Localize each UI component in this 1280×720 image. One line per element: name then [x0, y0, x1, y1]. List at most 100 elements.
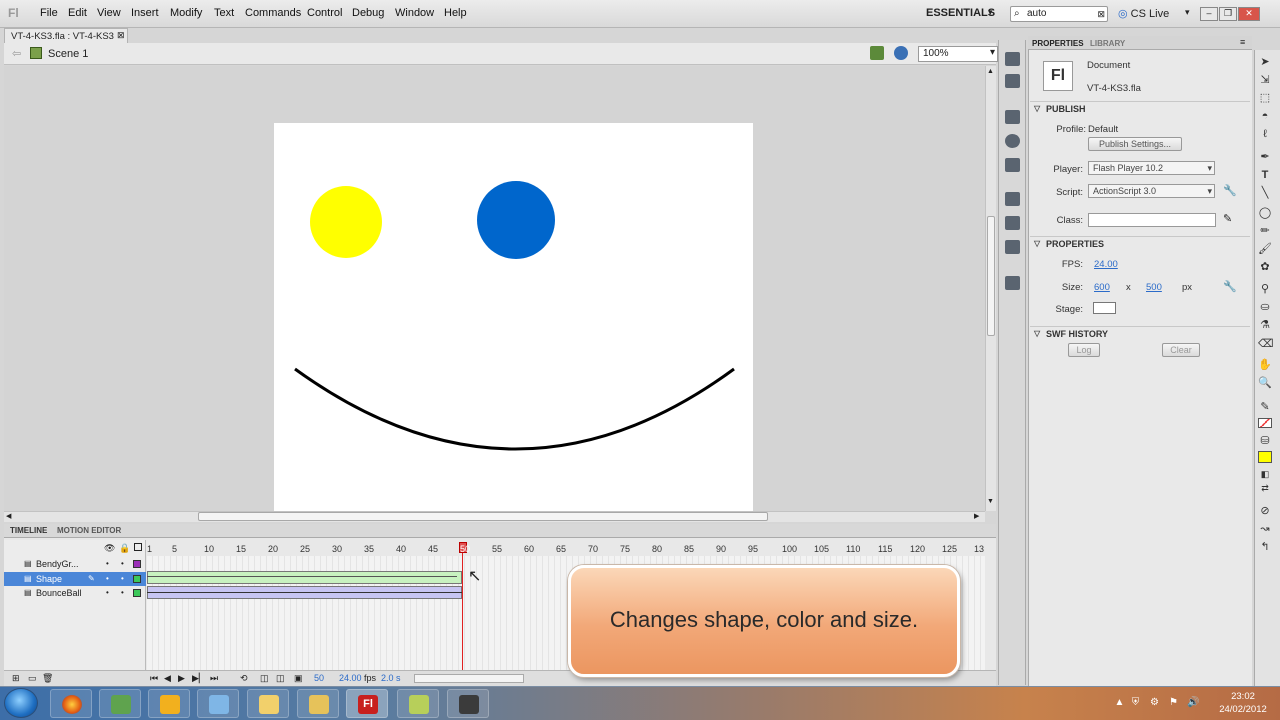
- lasso-icon[interactable]: ℓ: [1258, 127, 1272, 141]
- taskbar-notes[interactable]: [197, 689, 239, 718]
- subselection-tool-icon[interactable]: ⇲: [1258, 73, 1272, 87]
- tray-up-icon[interactable]: ▲: [1114, 697, 1125, 708]
- swatches-icon[interactable]: [1005, 74, 1020, 88]
- menu-help[interactable]: Help: [444, 7, 467, 19]
- scroll-left-icon[interactable]: ◀: [6, 512, 11, 520]
- taskbar-sticky[interactable]: [397, 689, 439, 718]
- help-search-input[interactable]: ⌕ auto ⊠: [1010, 6, 1108, 22]
- publish-section-header[interactable]: PUBLISH: [1030, 101, 1250, 116]
- layer-row[interactable]: ▤ BounceBall • •: [4, 586, 146, 600]
- taskbar-explorer[interactable]: [297, 689, 339, 718]
- menu-insert[interactable]: Insert: [131, 7, 159, 19]
- step-back-icon[interactable]: ◀: [164, 673, 171, 684]
- selection-tool-icon[interactable]: ➤: [1258, 55, 1272, 69]
- smile-curve[interactable]: [294, 367, 735, 451]
- blue-circle[interactable]: [477, 181, 555, 259]
- eyedropper-icon[interactable]: ⚗: [1258, 318, 1272, 332]
- tray-flag-icon[interactable]: ⚑: [1168, 697, 1179, 708]
- lock-dot[interactable]: •: [121, 572, 124, 586]
- scene-label[interactable]: Scene 1: [48, 48, 88, 60]
- edit-symbols-icon[interactable]: [894, 46, 908, 60]
- components-icon[interactable]: [1005, 216, 1020, 230]
- tray-shield-icon[interactable]: ⛨: [1130, 697, 1141, 708]
- pen-tool-icon[interactable]: ✒: [1258, 150, 1272, 164]
- zoom-tool-icon[interactable]: 🔍: [1258, 376, 1272, 390]
- fill-color-swatch[interactable]: [1258, 451, 1272, 463]
- stroke-color-swatch[interactable]: [1258, 418, 1272, 428]
- workspace-switcher[interactable]: ESSENTIALS: [926, 7, 995, 19]
- horizontal-scroll-thumb[interactable]: [198, 512, 768, 521]
- swap-colors-icon[interactable]: ⇄: [1258, 481, 1272, 495]
- loop-icon[interactable]: ⟲: [240, 673, 248, 684]
- publish-settings-button[interactable]: Publish Settings...: [1088, 137, 1182, 151]
- hand-tool-icon[interactable]: ✋: [1258, 358, 1272, 372]
- visible-dot[interactable]: •: [106, 572, 109, 586]
- elapsed-time[interactable]: 2.0 s: [381, 673, 401, 683]
- menu-control[interactable]: Control: [307, 7, 342, 19]
- back-arrow-icon[interactable]: ⇦: [12, 47, 21, 60]
- class-input[interactable]: [1088, 213, 1216, 227]
- visible-dot[interactable]: •: [106, 586, 109, 600]
- 3d-rotation-icon[interactable]: ◓: [1258, 109, 1272, 123]
- go-first-frame-icon[interactable]: ⏮: [150, 673, 158, 684]
- tray-volume-icon[interactable]: 🔊: [1187, 697, 1199, 708]
- snap-to-objects-icon[interactable]: ⊘: [1258, 504, 1272, 518]
- text-tool-icon[interactable]: T: [1258, 168, 1272, 182]
- width-value[interactable]: 600: [1094, 282, 1110, 293]
- scroll-down-icon[interactable]: ▼: [987, 498, 994, 505]
- wrench-icon[interactable]: 🔧: [1223, 280, 1237, 293]
- new-layer-icon[interactable]: ⊞: [12, 673, 20, 684]
- line-tool-icon[interactable]: ╲: [1258, 186, 1272, 200]
- oval-tool-icon[interactable]: ◯: [1258, 206, 1272, 220]
- vertical-scroll-thumb[interactable]: [987, 216, 995, 336]
- zoom-select[interactable]: 100% ▾: [918, 46, 998, 62]
- document-tab[interactable]: VT-4-KS3.fla : VT-4-KS3 ⊠: [4, 28, 128, 43]
- pencil-tool-icon[interactable]: ✏: [1258, 224, 1272, 238]
- paint-bucket-icon[interactable]: ⛀: [1258, 300, 1272, 314]
- menu-commands[interactable]: Commands: [245, 7, 301, 19]
- lock-dot[interactable]: •: [121, 557, 124, 571]
- layer-row-selected[interactable]: ▤ Shape ✎ • •: [4, 572, 146, 586]
- swf-history-section-header[interactable]: SWF HISTORY: [1030, 326, 1250, 341]
- menu-file[interactable]: File: [40, 7, 58, 19]
- go-last-frame-icon[interactable]: ⏭: [210, 673, 218, 684]
- stage[interactable]: [274, 123, 753, 511]
- new-folder-icon[interactable]: ▭: [28, 673, 37, 684]
- clear-search-icon[interactable]: ⊠: [1097, 7, 1105, 21]
- player-select[interactable]: Flash Player 10.2: [1088, 161, 1215, 175]
- minimize-button[interactable]: –: [1200, 7, 1218, 21]
- taskbar-firefox[interactable]: [50, 689, 92, 718]
- menu-window[interactable]: Window: [395, 7, 434, 19]
- lock-icon[interactable]: 🔒: [119, 543, 130, 554]
- layer-color-swatch[interactable]: [133, 589, 141, 597]
- onion-outline-icon[interactable]: ◫: [276, 673, 285, 684]
- tab-properties[interactable]: PROPERTIES: [1032, 39, 1084, 48]
- lock-dot[interactable]: •: [121, 586, 124, 600]
- fps-value[interactable]: 24.00: [1094, 259, 1118, 270]
- workspace-chevron-icon[interactable]: ▾: [988, 7, 993, 18]
- straighten-icon[interactable]: ↰: [1258, 540, 1272, 554]
- taskbar-recorder[interactable]: [447, 689, 489, 718]
- yellow-circle[interactable]: [310, 186, 382, 258]
- timeline-hscroll-thumb[interactable]: [414, 674, 524, 683]
- current-frame[interactable]: 50: [314, 673, 324, 683]
- frame-rate[interactable]: 24.00: [339, 673, 362, 683]
- wrench-icon[interactable]: 🔧: [1223, 184, 1237, 197]
- fill-color-icon[interactable]: ⛁: [1258, 434, 1272, 448]
- panel-menu-icon[interactable]: ≡: [1240, 37, 1245, 47]
- taskbar-folder[interactable]: [247, 689, 289, 718]
- deco-tool-icon[interactable]: ✿: [1258, 260, 1272, 274]
- align-icon[interactable]: [1005, 110, 1020, 124]
- delete-layer-icon[interactable]: 🗑: [42, 673, 53, 684]
- free-transform-icon[interactable]: ⬚: [1258, 91, 1272, 105]
- motion-presets-icon[interactable]: [1005, 240, 1020, 254]
- menu-edit[interactable]: Edit: [68, 7, 87, 19]
- outline-icon[interactable]: [134, 543, 142, 551]
- taskbar-media[interactable]: [148, 689, 190, 718]
- layer-color-swatch[interactable]: [133, 560, 141, 568]
- tab-library[interactable]: LIBRARY: [1090, 39, 1125, 48]
- start-button[interactable]: [4, 688, 38, 718]
- height-value[interactable]: 500: [1146, 282, 1162, 293]
- taskbar-messenger[interactable]: [99, 689, 141, 718]
- menu-view[interactable]: View: [97, 7, 121, 19]
